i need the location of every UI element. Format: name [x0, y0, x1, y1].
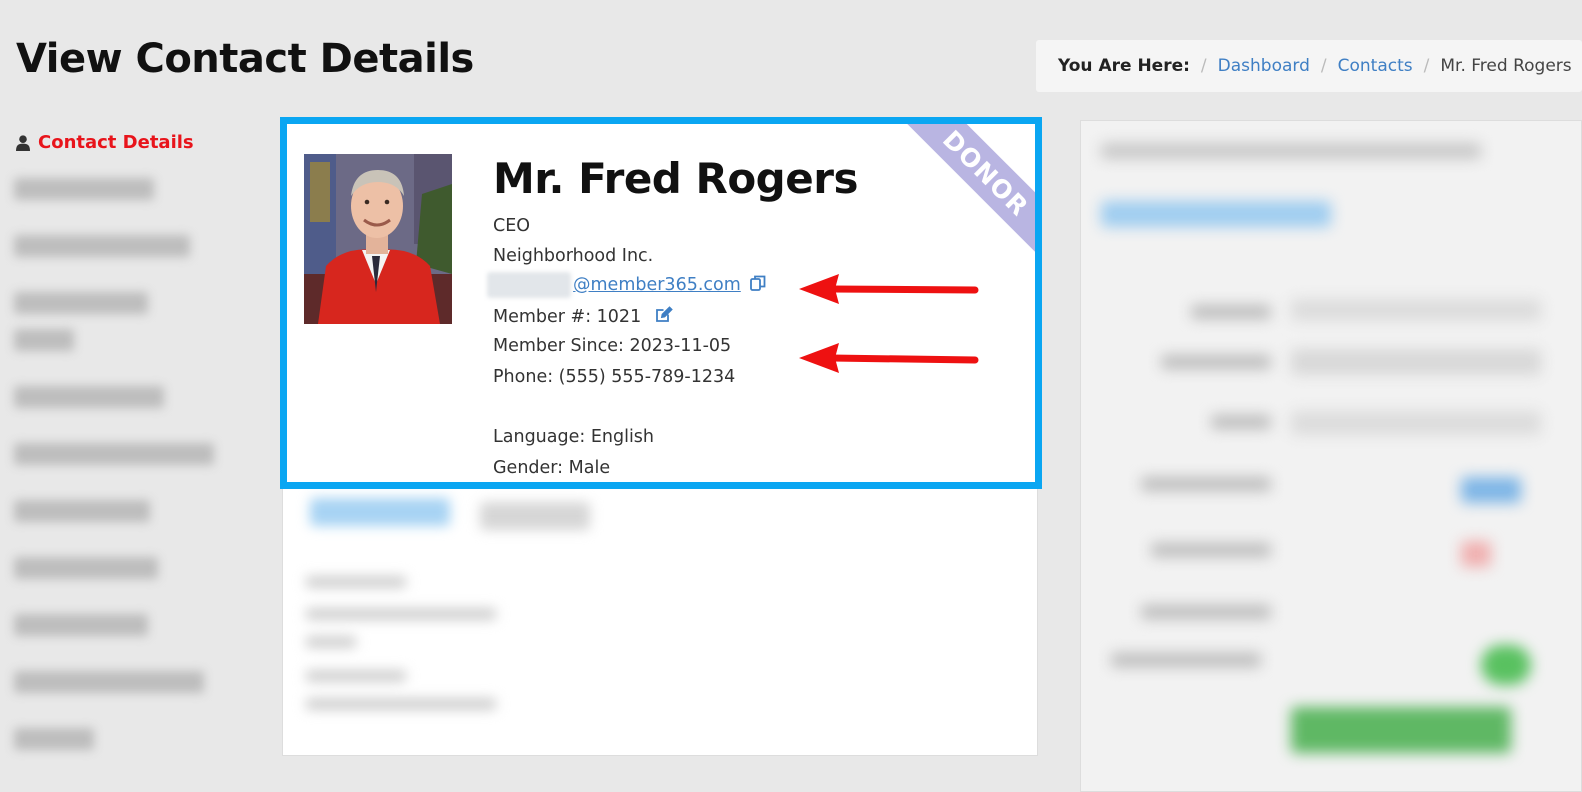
breadcrumb-separator: /: [1423, 56, 1430, 76]
contact-email-link[interactable]: @member365.com: [573, 275, 741, 295]
contact-name: Mr. Fred Rogers: [493, 154, 858, 203]
breadcrumb-lead: You Are Here:: [1058, 56, 1190, 76]
copy-icon[interactable]: [749, 274, 767, 297]
details-form-obscured: [1081, 121, 1581, 791]
contact-member-number-row: Member #: 1021: [493, 306, 673, 328]
page-title: View Contact Details: [16, 36, 474, 82]
contact-member-since: Member Since: 2023-11-05: [493, 336, 732, 356]
user-icon: [16, 134, 30, 151]
contact-language: Language: English: [493, 427, 655, 447]
donor-ribbon: DONOR: [903, 124, 1035, 256]
contact-email-row: @member365.com: [487, 272, 767, 298]
contact-photo: [304, 154, 452, 324]
sidebar-item-contact-details[interactable]: Contact Details: [16, 132, 194, 153]
contact-company: Neighborhood Inc.: [493, 246, 654, 266]
contact-gender: Gender: Male: [493, 458, 611, 478]
contact-job-title: CEO: [493, 216, 531, 236]
contact-summary-card: DONOR Mr. Fred Rogers CEO Neighborhood I…: [280, 117, 1042, 489]
edit-icon[interactable]: [655, 306, 673, 328]
breadcrumb-current: Mr. Fred Rogers: [1440, 56, 1572, 76]
breadcrumb-contacts-link[interactable]: Contacts: [1338, 56, 1413, 76]
contact-phone: Phone: (555) 555-789-1234: [493, 367, 736, 387]
breadcrumb-separator: /: [1200, 56, 1207, 76]
email-username-redacted: [487, 272, 571, 298]
breadcrumb-dashboard-link[interactable]: Dashboard: [1218, 56, 1310, 76]
annotation-arrow-email: [799, 274, 979, 304]
breadcrumb-separator: /: [1320, 56, 1327, 76]
annotation-arrow-member-since: [799, 343, 979, 373]
sidebar-item-label: Contact Details: [38, 132, 194, 153]
details-form-panel: [1080, 120, 1582, 792]
breadcrumb: You Are Here: / Dashboard / Contacts / M…: [1036, 40, 1582, 92]
sidebar-menu-obscured: [14, 178, 254, 785]
contact-member-number: Member #: 1021: [493, 307, 642, 327]
